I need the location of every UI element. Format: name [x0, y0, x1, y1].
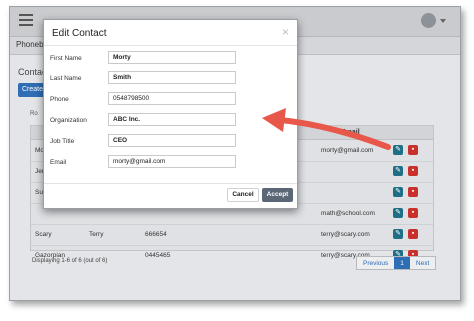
annotation-arrow-icon — [262, 108, 391, 150]
